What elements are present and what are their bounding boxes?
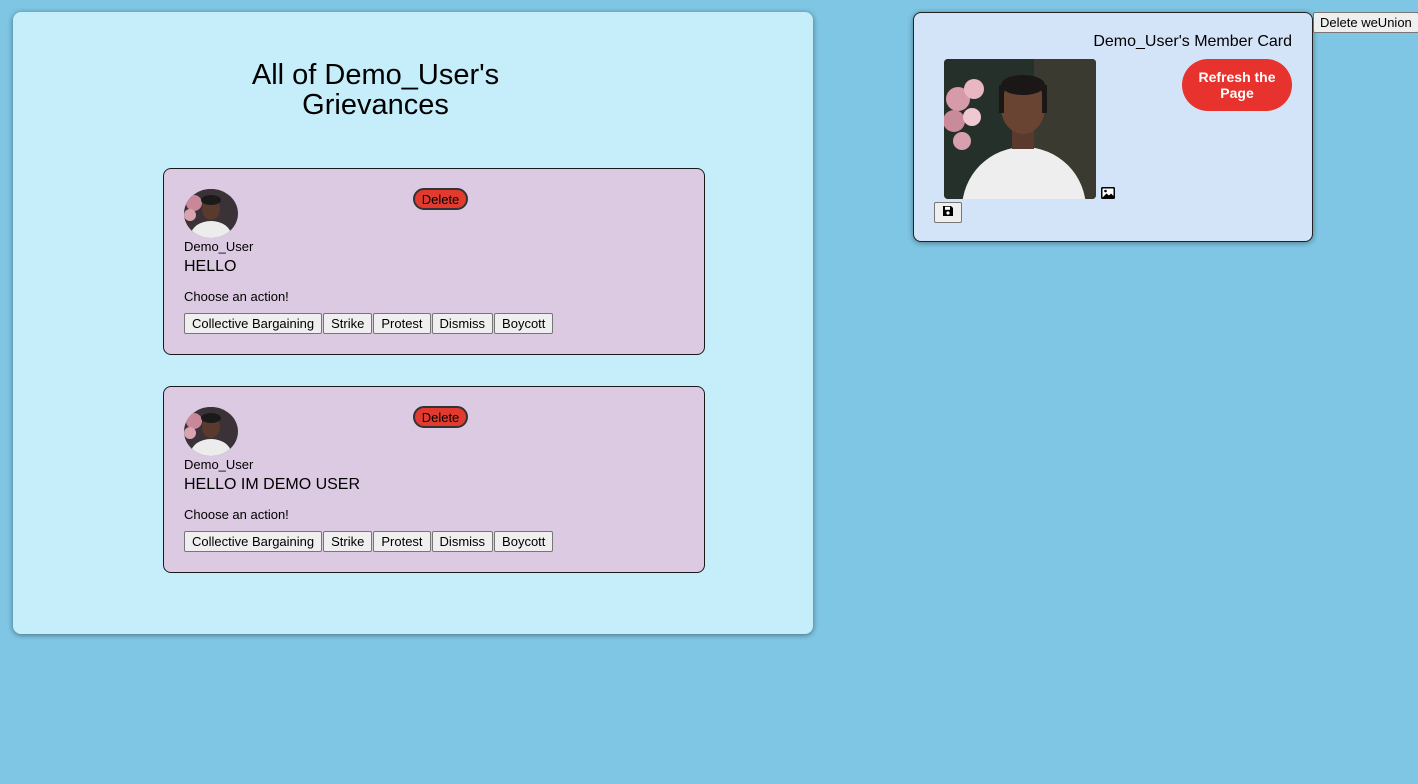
dismiss-button[interactable]: Dismiss <box>431 313 494 334</box>
delete-grievance-button[interactable]: Delete <box>413 188 468 210</box>
action-buttons: Collective Bargaining Strike Protest Dis… <box>184 531 554 552</box>
protest-button[interactable]: Protest <box>373 313 431 334</box>
action-prompt: Choose an action! <box>184 289 289 304</box>
profile-photo <box>944 59 1096 199</box>
page-title: All of Demo_User's Grievances <box>251 59 500 121</box>
grievance-message: HELLO IM DEMO USER <box>184 476 361 493</box>
strike-button[interactable]: Strike <box>323 531 373 552</box>
strike-button[interactable]: Strike <box>323 313 373 334</box>
member-card: Demo_User's Member Card Refresh the Page <box>913 12 1313 242</box>
username: Demo_User <box>184 239 254 254</box>
action-prompt: Choose an action! <box>184 507 289 522</box>
refresh-page-button[interactable]: Refresh the Page <box>1182 59 1292 111</box>
username: Demo_User <box>184 457 254 472</box>
avatar <box>184 189 238 238</box>
dismiss-button[interactable]: Dismiss <box>431 531 494 552</box>
member-card-title: Demo_User's Member Card <box>1093 33 1292 50</box>
avatar <box>184 407 238 456</box>
grievance-message: HELLO <box>184 258 237 275</box>
grievances-panel: All of Demo_User's Grievances Delete Dem… <box>13 12 813 634</box>
collective-bargaining-button[interactable]: Collective Bargaining <box>184 313 323 334</box>
grievance-card: Delete Demo_User HELLO IM DEMO USER Choo… <box>163 386 705 573</box>
boycott-button[interactable]: Boycott <box>494 531 554 552</box>
image-icon[interactable] <box>1100 185 1116 201</box>
save-icon <box>942 205 954 220</box>
action-buttons: Collective Bargaining Strike Protest Dis… <box>184 313 554 334</box>
protest-button[interactable]: Protest <box>373 531 431 552</box>
delete-weunion-button[interactable]: Delete weUnion <box>1313 12 1418 33</box>
collective-bargaining-button[interactable]: Collective Bargaining <box>184 531 323 552</box>
delete-grievance-button[interactable]: Delete <box>413 406 468 428</box>
grievance-card: Delete Demo_User HELLO Choose an action!… <box>163 168 705 355</box>
save-button[interactable] <box>934 202 962 223</box>
boycott-button[interactable]: Boycott <box>494 313 554 334</box>
